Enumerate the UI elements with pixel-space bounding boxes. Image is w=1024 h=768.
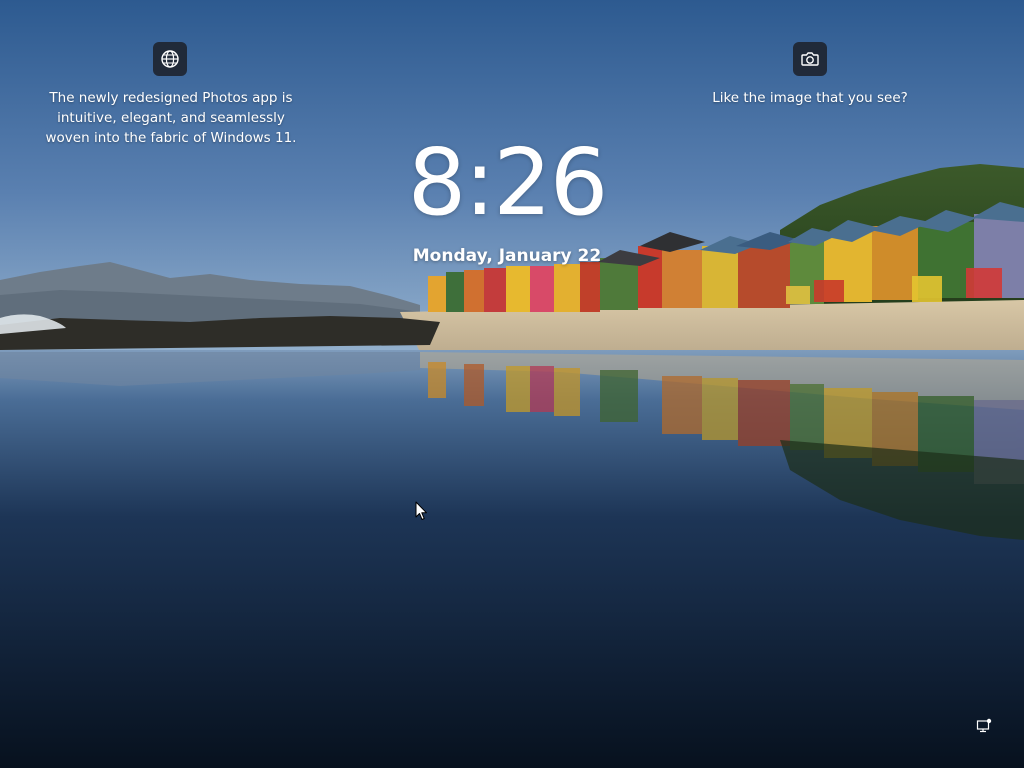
network-icon: [976, 718, 992, 733]
lock-clock: 8:26: [407, 129, 609, 236]
like-image-button[interactable]: [793, 42, 827, 76]
spotlight-info-text[interactable]: The newly redesigned Photos app is intui…: [20, 88, 322, 148]
network-status-button[interactable]: [972, 714, 996, 738]
spotlight-info-line-3: woven into the fabric of Windows 11.: [45, 130, 297, 146]
spotlight-info-line-2: intuitive, elegant, and seamlessly: [57, 110, 285, 126]
camera-icon: [801, 52, 819, 66]
spotlight-info-line-1: The newly redesigned Photos app is: [49, 90, 293, 106]
like-image-text[interactable]: Like the image that you see?: [690, 88, 930, 108]
spotlight-info-button[interactable]: [153, 42, 187, 76]
lock-screen[interactable]: The newly redesigned Photos app is intui…: [0, 0, 1024, 768]
lock-date: Monday, January 22: [412, 246, 602, 266]
cursor-arrow-icon: [415, 501, 427, 520]
globe-icon: [161, 50, 179, 68]
